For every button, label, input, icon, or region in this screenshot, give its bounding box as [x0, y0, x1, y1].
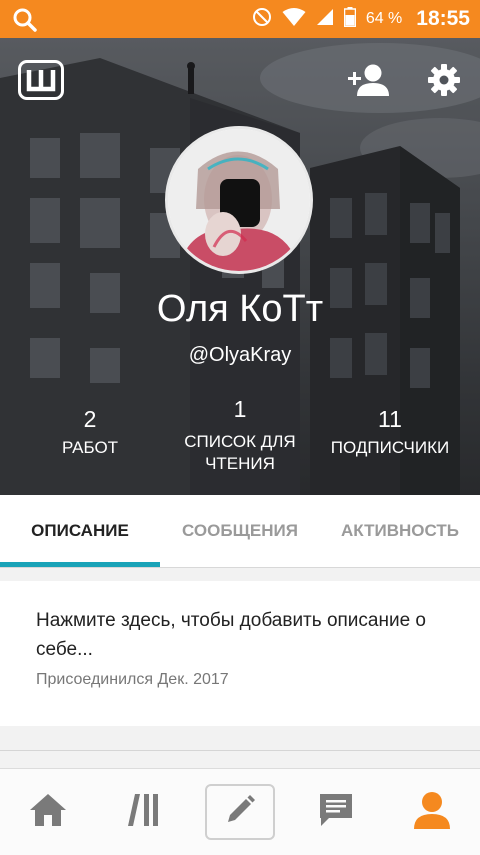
add-user-icon[interactable] [346, 62, 390, 103]
signal-icon [316, 8, 334, 31]
profile-name: Оля КоТт [156, 288, 324, 330]
tab-messages[interactable]: СООБЩЕНИЯ [160, 495, 320, 567]
wattpad-logo-icon[interactable] [18, 60, 64, 100]
about-card: Нажмите здесь, чтобы добавить описание о… [0, 581, 480, 726]
wifi-icon [282, 7, 306, 32]
stat-value: 2 [83, 406, 97, 432]
avatar[interactable] [165, 126, 313, 274]
nav-profile[interactable] [384, 769, 480, 855]
profile-icon [413, 791, 451, 834]
stat-reading-lists[interactable]: 1 СПИСОК ДЛЯ ЧТЕНИЯ [165, 396, 315, 475]
stat-label: РАБОТ [61, 438, 119, 457]
stat-works[interactable]: 2 РАБОТ [30, 406, 150, 459]
library-icon [126, 792, 162, 833]
add-description-prompt[interactable]: Нажмите здесь, чтобы добавить описание о… [36, 606, 456, 664]
tab-description[interactable]: ОПИСАНИЕ [0, 495, 160, 567]
nav-messages[interactable] [288, 769, 384, 855]
search-icon[interactable] [12, 7, 38, 38]
do-not-disturb-icon [252, 7, 272, 32]
battery-percent: 64 % [365, 10, 403, 27]
divider [0, 750, 480, 751]
bottom-nav [0, 768, 480, 855]
tab-activity[interactable]: АКТИВНОСТЬ [320, 495, 480, 567]
profile-username: @OlyaKray [188, 344, 292, 366]
stat-label: СПИСОК ДЛЯ ЧТЕНИЯ [184, 432, 296, 473]
status-bar: 64 % 18:55 [0, 0, 480, 38]
home-icon [29, 793, 67, 832]
nav-home[interactable] [0, 769, 96, 855]
gear-icon[interactable] [428, 64, 460, 101]
joined-date: Присоединился Дек. 2017 [36, 671, 229, 688]
stat-label: ПОДПИСЧИКИ [330, 438, 450, 457]
stat-value: 1 [233, 396, 247, 422]
tab-indicator [0, 562, 160, 567]
clock: 18:55 [416, 7, 470, 30]
nav-library[interactable] [96, 769, 192, 855]
profile-tabs: ОПИСАНИЕ СООБЩЕНИЯ АКТИВНОСТЬ [0, 495, 480, 568]
battery-icon [343, 6, 357, 32]
write-button-frame [205, 784, 275, 840]
nav-write[interactable] [192, 769, 288, 855]
write-icon [224, 794, 256, 831]
messages-icon [317, 792, 355, 833]
stat-value: 11 [378, 406, 402, 432]
profile-header: Оля КоТт @OlyaKray 2 РАБОТ 1 СПИСОК ДЛЯ … [0, 38, 480, 495]
stat-followers[interactable]: 11 ПОДПИСЧИКИ [320, 406, 460, 459]
